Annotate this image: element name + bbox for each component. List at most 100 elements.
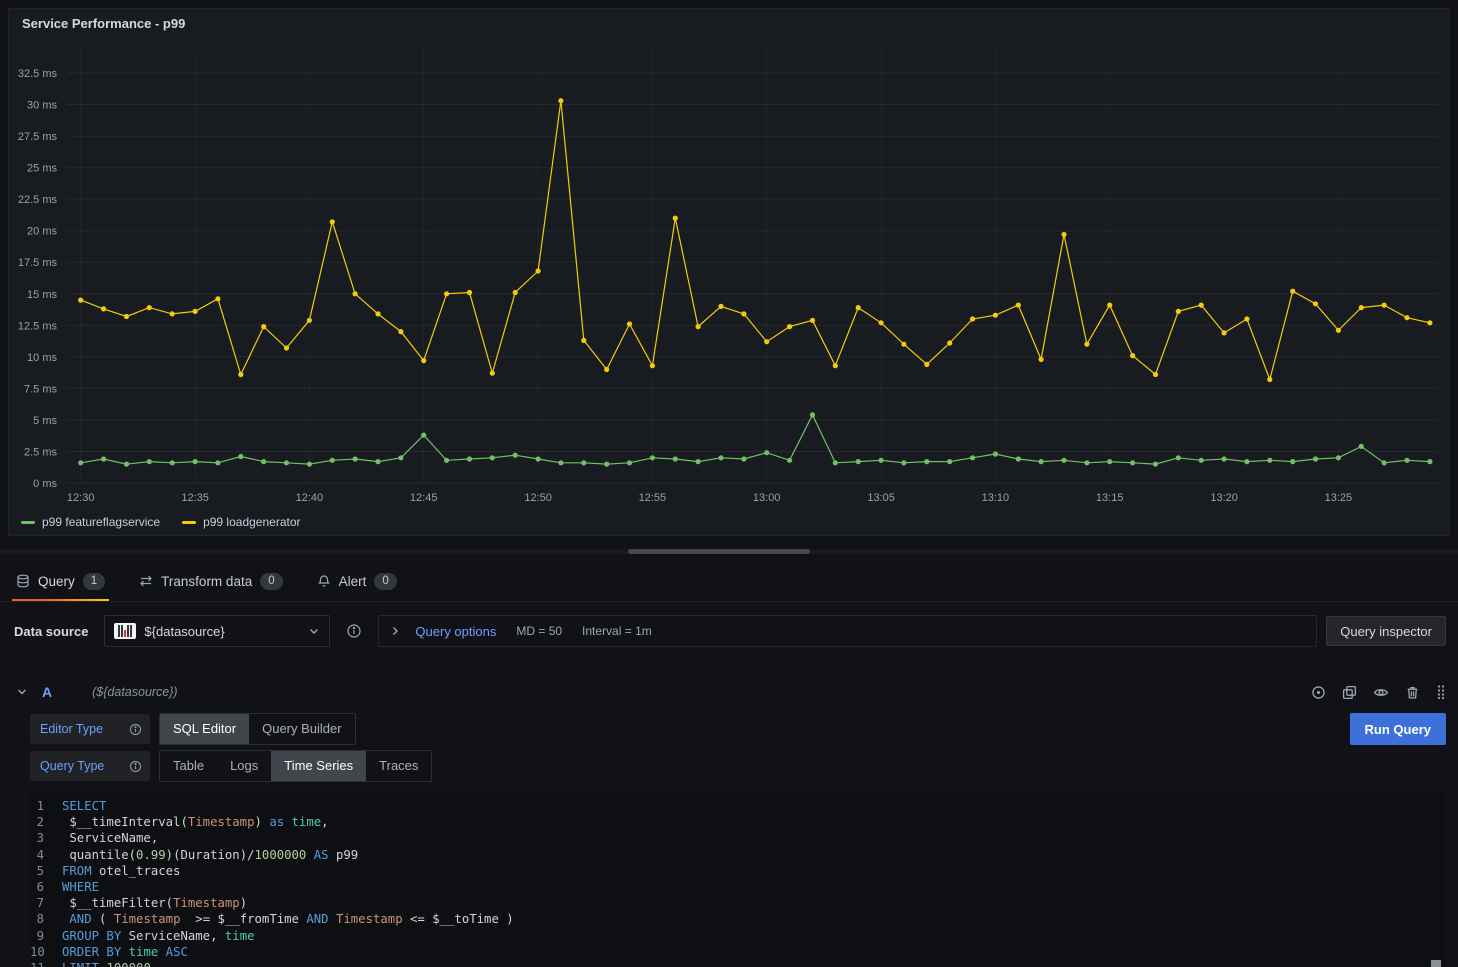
line-content: WHERE [62, 879, 99, 895]
query-row-actions [1311, 684, 1446, 700]
svg-text:17.5 ms: 17.5 ms [18, 257, 58, 269]
query-options-toggle[interactable]: Query options MD = 50 Interval = 1m [378, 615, 1317, 647]
tab-transform-count-badge: 0 [260, 573, 282, 590]
code-line[interactable]: 9GROUP BY ServiceName, time [30, 928, 1446, 944]
datasource-label: Data source [14, 624, 88, 639]
svg-text:32.5 ms: 32.5 ms [18, 68, 58, 80]
line-content: SELECT [62, 798, 106, 814]
query-type-label: Query Type [40, 759, 104, 773]
tab-query-count-badge: 1 [83, 573, 105, 590]
svg-text:0 ms: 0 ms [33, 478, 57, 490]
code-line[interactable]: 6WHERE [30, 879, 1446, 895]
tab-transform-data[interactable]: Transform data 0 [133, 561, 288, 601]
code-line[interactable]: 3 ServiceName, [30, 830, 1446, 846]
query-ref-id[interactable]: A [42, 684, 52, 700]
query-type-option-table[interactable]: Table [160, 751, 217, 781]
horizontal-scrollbar [0, 549, 1458, 554]
code-line[interactable]: 2 $__timeInterval(Timestamp) as time, [30, 814, 1446, 830]
info-icon[interactable] [129, 760, 142, 773]
editor-type-label-chip: Editor Type [30, 714, 150, 744]
query-type-option-logs[interactable]: Logs [217, 751, 271, 781]
svg-text:5 ms: 5 ms [33, 415, 57, 427]
svg-text:13:05: 13:05 [867, 492, 895, 504]
query-type-radio-group: TableLogsTime SeriesTraces [159, 750, 432, 782]
svg-text:25 ms: 25 ms [27, 163, 57, 175]
query-type-label-chip: Query Type [30, 751, 150, 781]
query-type-option-time-series[interactable]: Time Series [271, 751, 366, 781]
legend-swatch [182, 521, 196, 524]
line-number: 2 [30, 814, 62, 830]
drag-handle-icon[interactable] [1436, 684, 1446, 700]
interval-value: Interval = 1m [582, 624, 652, 638]
datasource-bar: Data source ${datasource} Query options … [0, 602, 1458, 656]
run-query-button[interactable]: Run Query [1350, 713, 1446, 745]
scrollbar-thumb[interactable] [628, 549, 810, 554]
line-content: $__timeFilter(Timestamp) [62, 895, 247, 911]
duplicate-query-icon[interactable] [1342, 685, 1357, 700]
code-line[interactable]: 11LIMIT 100000 [30, 960, 1446, 967]
code-line[interactable]: 5FROM otel_traces [30, 863, 1446, 879]
svg-text:13:25: 13:25 [1325, 492, 1353, 504]
line-number: 6 [30, 879, 62, 895]
line-content: ORDER BY time ASC [62, 944, 188, 960]
line-content: FROM otel_traces [62, 863, 180, 879]
legend-label: p99 loadgenerator [203, 515, 300, 529]
query-options-label: Query options [415, 624, 496, 639]
remove-query-trash-icon[interactable] [1405, 685, 1420, 700]
tab-transform-label: Transform data [161, 574, 252, 589]
tab-alert-label: Alert [339, 574, 367, 589]
legend-swatch [21, 521, 35, 524]
legend-label: p99 featureflagservice [42, 515, 160, 529]
tab-alert[interactable]: Alert 0 [311, 561, 403, 601]
line-content: GROUP BY ServiceName, time [62, 928, 255, 944]
tab-query[interactable]: Query 1 [10, 561, 111, 601]
chevron-down-icon [308, 625, 320, 637]
svg-text:15 ms: 15 ms [27, 289, 57, 301]
info-icon[interactable] [129, 723, 142, 736]
line-number: 1 [30, 798, 62, 814]
code-line[interactable]: 1SELECT [30, 798, 1446, 814]
chevron-right-icon [389, 625, 401, 637]
svg-text:13:00: 13:00 [753, 492, 781, 504]
timeseries-chart[interactable]: 0 ms2.5 ms5 ms7.5 ms10 ms12.5 ms15 ms17.… [9, 37, 1449, 509]
code-line[interactable]: 7 $__timeFilter(Timestamp) [30, 895, 1446, 911]
hide-query-eye-icon[interactable] [1373, 685, 1389, 700]
datasource-select[interactable]: ${datasource} [104, 615, 330, 647]
panel-title[interactable]: Service Performance - p99 [22, 16, 185, 31]
line-number: 3 [30, 830, 62, 846]
max-data-points-value: MD = 50 [516, 624, 562, 638]
editor-type-row: Editor Type SQL EditorQuery Builder Run … [30, 713, 1446, 745]
line-number: 5 [30, 863, 62, 879]
chart-legend: p99 featureflagservice p99 loadgenerator [9, 509, 1449, 535]
bell-icon [317, 574, 331, 588]
svg-text:13:20: 13:20 [1210, 492, 1238, 504]
editor-type-option-sql-editor[interactable]: SQL Editor [160, 714, 249, 744]
grafana-panel-edit-view: Service Performance - p99 0 ms2.5 ms5 ms… [0, 0, 1458, 967]
legend-item[interactable]: p99 loadgenerator [182, 515, 300, 529]
editor-tabs: Query 1 Transform data 0 Alert 0 [0, 561, 1458, 602]
code-line[interactable]: 8 AND ( Timestamp >= $__fromTime AND Tim… [30, 911, 1446, 927]
svg-text:12:30: 12:30 [67, 492, 95, 504]
sql-code-editor[interactable]: 1SELECT2 $__timeInterval(Timestamp) as t… [30, 792, 1446, 967]
line-number: 9 [30, 928, 62, 944]
line-content: ServiceName, [62, 830, 158, 846]
legend-item[interactable]: p99 featureflagservice [21, 515, 160, 529]
svg-text:13:10: 13:10 [982, 492, 1010, 504]
chevron-down-icon[interactable] [16, 686, 28, 698]
query-inspector-button[interactable]: Query inspector [1326, 616, 1446, 646]
editor-type-radio-group: SQL EditorQuery Builder [159, 713, 356, 745]
svg-text:12:45: 12:45 [410, 492, 438, 504]
datasource-select-value: ${datasource} [144, 624, 300, 639]
editor-type-option-query-builder[interactable]: Query Builder [249, 714, 354, 744]
code-line[interactable]: 10ORDER BY time ASC [30, 944, 1446, 960]
line-number: 10 [30, 944, 62, 960]
query-row-header: A (${datasource}) [12, 676, 1446, 708]
svg-text:7.5 ms: 7.5 ms [24, 383, 58, 395]
tab-alert-count-badge: 0 [374, 573, 396, 590]
create-alert-icon[interactable] [1311, 685, 1326, 700]
code-line[interactable]: 4 quantile(0.99)(Duration)/1000000 AS p9… [30, 847, 1446, 863]
query-type-option-traces[interactable]: Traces [366, 751, 431, 781]
datasource-help-button[interactable] [339, 616, 369, 646]
panel-header: Service Performance - p99 [9, 9, 1449, 37]
svg-text:22.5 ms: 22.5 ms [18, 194, 58, 206]
